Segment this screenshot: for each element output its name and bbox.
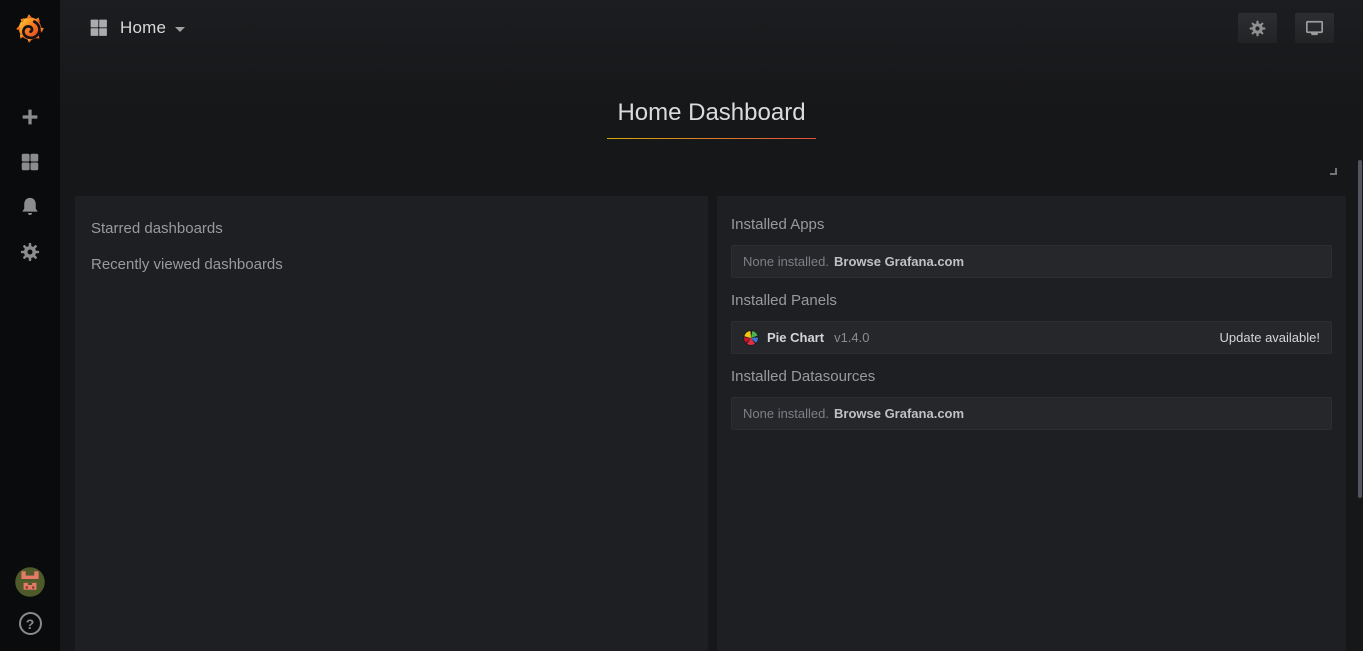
starred-dashboards-panel: Starred dashboards Recently viewed dashb… <box>75 196 708 651</box>
top-area: Home <box>60 0 1363 196</box>
recent-dashboards-heading: Recently viewed dashboards <box>91 256 692 273</box>
dashboards-grid-icon <box>19 151 41 173</box>
sidebar-item-alerting[interactable] <box>0 196 60 218</box>
dashboard-header: Home Dashboard <box>60 99 1363 139</box>
navbar-actions <box>1238 13 1334 43</box>
dashboard-picker[interactable]: Home <box>88 17 185 38</box>
kiosk-mode-button[interactable] <box>1295 13 1334 43</box>
resize-corner-handle[interactable] <box>1330 168 1337 175</box>
sidebar-item-create[interactable] <box>0 106 60 128</box>
page-title: Home Dashboard <box>607 99 815 139</box>
user-avatar-image <box>15 567 45 597</box>
sidebar-nav <box>0 106 60 263</box>
installed-panels-heading: Installed Panels <box>731 292 1332 309</box>
apps-browse-grafana-link[interactable]: Browse Grafana.com <box>834 254 964 269</box>
caret-down-icon <box>175 27 185 32</box>
update-available-link[interactable]: Update available! <box>1220 330 1320 345</box>
sidebar-bottom: ? <box>0 567 60 635</box>
sidebar: ? <box>0 0 60 651</box>
datasources-browse-grafana-link[interactable]: Browse Grafana.com <box>834 406 964 421</box>
installed-datasources-heading: Installed Datasources <box>731 368 1332 385</box>
dashboard-settings-button[interactable] <box>1238 13 1277 43</box>
installed-apps-empty-card: None installed. Browse Grafana.com <box>731 245 1332 278</box>
installed-apps-heading: Installed Apps <box>731 216 1332 233</box>
navbar: Home <box>60 0 1363 55</box>
monitor-icon <box>1304 18 1325 38</box>
help-button[interactable]: ? <box>19 612 42 635</box>
dashboard-picker-label: Home <box>120 18 166 38</box>
user-avatar[interactable] <box>15 567 45 597</box>
grafana-logo-icon <box>13 11 47 45</box>
pie-chart-plugin-row: Pie Chart v1.4.0 Update available! <box>731 321 1332 354</box>
apps-empty-text: None installed. <box>743 254 829 269</box>
dashboard-grid-icon <box>88 17 109 38</box>
pie-chart-plugin-link[interactable]: Pie Chart <box>767 330 824 345</box>
sidebar-item-configuration[interactable] <box>0 241 60 263</box>
datasources-empty-text: None installed. <box>743 406 829 421</box>
starred-dashboards-heading: Starred dashboards <box>91 220 692 237</box>
scrollbar-thumb[interactable] <box>1358 160 1362 498</box>
gear-icon <box>19 241 41 263</box>
bell-icon <box>19 196 41 218</box>
pie-chart-version: v1.4.0 <box>834 330 869 345</box>
installed-plugins-panel: Installed Apps None installed. Browse Gr… <box>717 196 1346 651</box>
grafana-logo-button[interactable] <box>0 0 60 45</box>
pie-chart-icon <box>743 330 759 346</box>
sidebar-item-dashboards[interactable] <box>0 151 60 173</box>
help-icon: ? <box>26 616 35 632</box>
plus-icon <box>19 106 41 128</box>
installed-datasources-empty-card: None installed. Browse Grafana.com <box>731 397 1332 430</box>
gear-icon <box>1248 19 1267 38</box>
